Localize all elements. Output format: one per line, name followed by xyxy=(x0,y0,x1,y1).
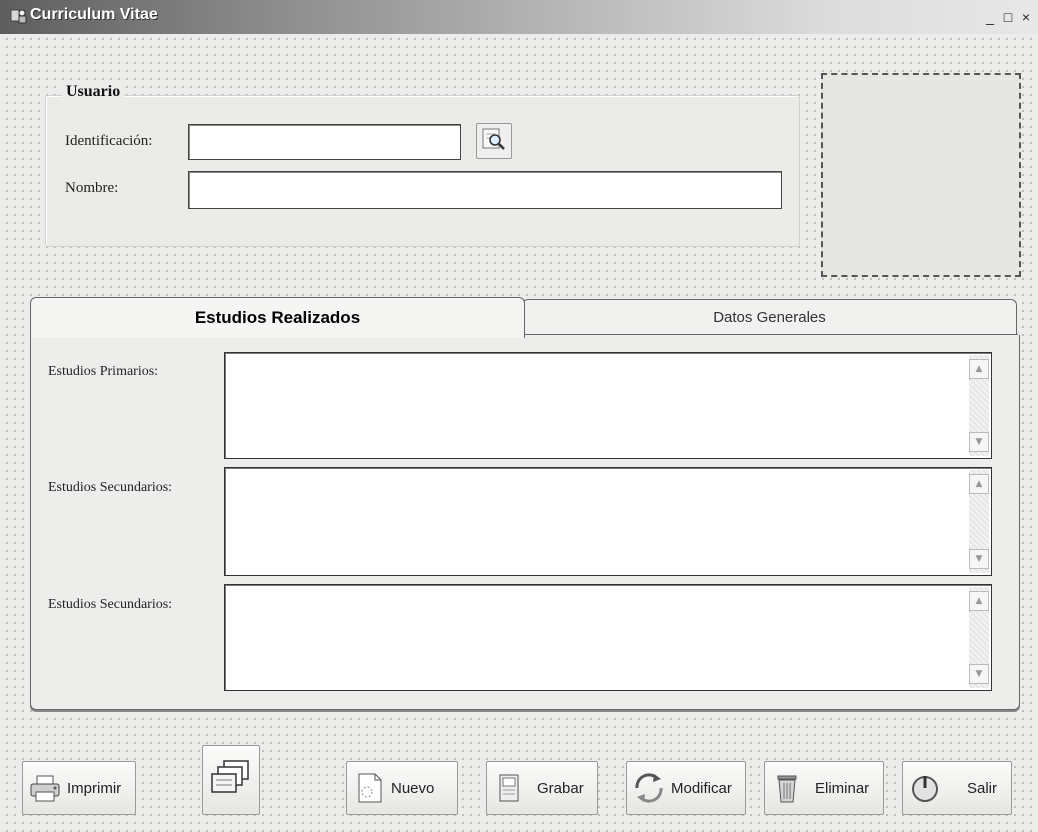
windows-preview-icon xyxy=(208,757,254,803)
modify-label: Modificar xyxy=(671,779,732,797)
delete-button[interactable]: Eliminar xyxy=(764,761,884,815)
scroll-down-icon[interactable]: ▼ xyxy=(969,432,989,452)
tab-estudios-realizados[interactable]: Estudios Realizados xyxy=(30,297,525,338)
secondary-studies-scrollbar-2[interactable]: ▲ ▼ xyxy=(969,587,989,688)
secondary-studies-textarea[interactable]: ▲ ▼ xyxy=(224,467,992,576)
title-bar[interactable]: Curriculum Vitae _ □ × xyxy=(0,0,1038,34)
save-button[interactable]: Grabar xyxy=(486,761,598,815)
power-icon xyxy=(907,770,943,806)
app-icon xyxy=(10,7,28,25)
printer-icon xyxy=(27,770,63,806)
delete-label: Eliminar xyxy=(815,779,870,797)
preview-button[interactable] xyxy=(202,745,260,815)
scroll-up-icon[interactable]: ▲ xyxy=(969,474,989,494)
scroll-up-icon[interactable]: ▲ xyxy=(969,359,989,379)
save-document-icon xyxy=(491,770,527,806)
exit-button[interactable]: Salir xyxy=(902,761,1012,815)
modify-arrows-icon xyxy=(631,770,667,806)
name-input[interactable] xyxy=(188,171,782,209)
identification-input[interactable] xyxy=(188,124,461,160)
photo-placeholder[interactable] xyxy=(821,73,1021,277)
print-button[interactable]: Imprimir xyxy=(22,761,136,815)
close-button[interactable]: × xyxy=(1018,8,1034,26)
primary-studies-label: Estudios Primarios: xyxy=(48,364,159,379)
secondary-studies-label-2: Estudios Secundarios: xyxy=(48,597,173,612)
window-controls: _ □ × xyxy=(982,8,1034,26)
scroll-down-icon[interactable]: ▼ xyxy=(969,549,989,569)
maximize-button[interactable]: □ xyxy=(1000,8,1016,26)
window-title: Curriculum Vitae xyxy=(30,6,158,23)
save-label: Grabar xyxy=(537,779,584,797)
identification-label: Identificación: xyxy=(65,133,153,149)
secondary-studies-textarea-2[interactable]: ▲ ▼ xyxy=(224,584,992,691)
trash-icon xyxy=(769,770,805,806)
user-group-legend: Usuario xyxy=(62,83,125,101)
search-user-button[interactable] xyxy=(476,123,512,159)
minimize-button[interactable]: _ xyxy=(982,8,998,26)
tab-panel-divider xyxy=(522,334,1018,335)
name-label: Nombre: xyxy=(65,180,119,196)
scroll-down-icon[interactable]: ▼ xyxy=(969,664,989,684)
print-label: Imprimir xyxy=(67,779,122,797)
secondary-studies-label: Estudios Secundarios: xyxy=(48,480,173,495)
modify-button[interactable]: Modificar xyxy=(626,761,746,815)
exit-label: Salir xyxy=(967,779,998,797)
new-label: Nuevo xyxy=(391,779,435,797)
tab-datos-generales[interactable]: Datos Generales xyxy=(522,299,1017,335)
primary-studies-scrollbar[interactable]: ▲ ▼ xyxy=(969,355,989,456)
main-window: Curriculum Vitae _ □ × Usuario Identific… xyxy=(0,0,1038,832)
secondary-studies-scrollbar[interactable]: ▲ ▼ xyxy=(969,470,989,573)
primary-studies-textarea[interactable]: ▲ ▼ xyxy=(224,352,992,459)
scroll-up-icon[interactable]: ▲ xyxy=(969,591,989,611)
search-icon xyxy=(481,126,507,157)
new-document-icon xyxy=(351,770,387,806)
new-button[interactable]: Nuevo xyxy=(346,761,458,815)
